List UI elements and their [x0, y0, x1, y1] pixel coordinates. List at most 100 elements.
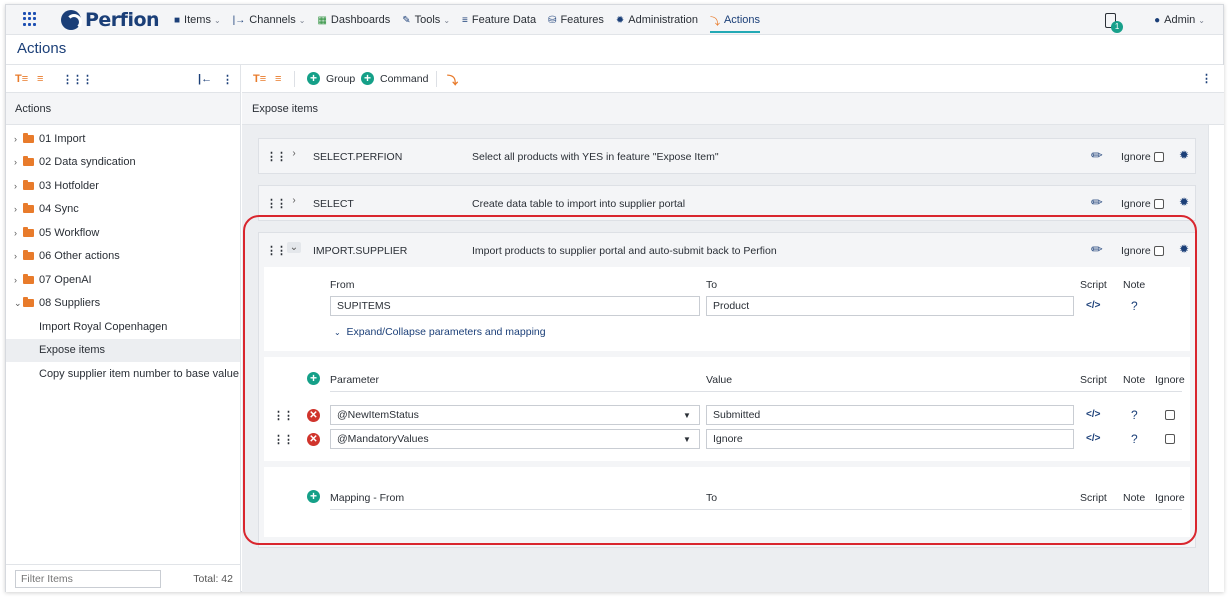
- dashboard-icon: ▦: [317, 14, 327, 26]
- ignore-checkbox[interactable]: [1153, 246, 1164, 256]
- value-label: Value: [706, 374, 733, 386]
- parameter-label: Parameter: [330, 374, 380, 386]
- ignore-toggle[interactable]: Ignore: [1121, 198, 1164, 210]
- folder-icon: [23, 179, 34, 190]
- tree-item-import-royal-copenhagen[interactable]: Import Royal Copenhagen: [6, 315, 240, 339]
- chevron-right-icon[interactable]: ›: [287, 148, 301, 159]
- edit-pencil-icon[interactable]: ✏: [1091, 241, 1103, 258]
- drag-handle-icon[interactable]: ⋮⋮: [273, 409, 294, 422]
- tree-item-expose-items[interactable]: Expose items: [6, 338, 240, 362]
- user-menu[interactable]: ● Admin ⌄: [1154, 14, 1205, 26]
- from-label: From: [330, 279, 355, 291]
- add-group-label: Group: [326, 72, 356, 85]
- plus-circle-icon: +: [361, 72, 374, 85]
- gear-icon[interactable]: ✹: [1179, 148, 1189, 162]
- command-row: ⋮⋮ ⌄ IMPORT.SUPPLIER Import products to …: [259, 233, 1195, 267]
- drag-handle-icon[interactable]: ⋮⋮: [266, 197, 287, 210]
- drag-handle-icon[interactable]: ⋮⋮: [273, 433, 294, 446]
- chevron-right-icon[interactable]: ›: [14, 157, 23, 167]
- menu-items[interactable]: ■ Items ⌄: [174, 5, 221, 35]
- gear-icon[interactable]: ✹: [1179, 242, 1189, 256]
- tree-folder-07-openai[interactable]: › 07 OpenAI: [6, 268, 240, 292]
- parameter-select[interactable]: @NewItemStatus: [330, 405, 700, 425]
- tree-folder-04-sync[interactable]: › 04 Sync: [6, 198, 240, 222]
- total-count: Total: 42: [193, 573, 233, 585]
- note-question-icon[interactable]: ?: [1131, 299, 1138, 313]
- gear-icon[interactable]: ✹: [1179, 195, 1189, 209]
- add-command-button[interactable]: + Command: [361, 72, 428, 85]
- menu-tools[interactable]: ✎ Tools ⌄: [402, 5, 450, 35]
- tree-item-copy-supplier-item-number[interactable]: Copy supplier item number to base value: [6, 362, 240, 386]
- vertical-scrollbar[interactable]: [1208, 125, 1224, 592]
- menu-channels[interactable]: |→ Channels ⌄: [233, 5, 306, 35]
- notifications-icon[interactable]: 1: [1105, 12, 1124, 33]
- chevron-right-icon[interactable]: ›: [14, 181, 23, 191]
- chevron-down-icon[interactable]: ⌄: [14, 298, 23, 309]
- chevron-right-icon[interactable]: ›: [287, 195, 301, 206]
- nav-right: 1 ● Admin ⌄: [1105, 5, 1205, 35]
- menu-features[interactable]: ⛁ Features: [548, 5, 604, 35]
- expand-collapse-link[interactable]: ⌄ Expand/Collapse parameters and mapping: [334, 326, 546, 338]
- add-command-label: Command: [380, 72, 429, 85]
- drag-handle-icon[interactable]: ⋮⋮: [266, 150, 287, 163]
- add-folder-icon[interactable]: T≡: [253, 73, 266, 85]
- mapping-section: + Mapping - From To Script Note Ignore: [264, 467, 1190, 537]
- menu-actions[interactable]: ⤵ Actions: [709, 5, 761, 35]
- add-group-button[interactable]: + Group: [307, 72, 355, 85]
- remove-parameter-icon[interactable]: ✕: [307, 433, 320, 446]
- chevron-right-icon[interactable]: ›: [14, 134, 23, 144]
- tree-folder-01-import[interactable]: › 01 Import: [6, 127, 240, 151]
- filter-items-input[interactable]: [15, 570, 161, 588]
- more-options-icon[interactable]: ⋮: [1201, 72, 1212, 85]
- add-parameter-icon[interactable]: +: [307, 372, 320, 385]
- chevron-right-icon[interactable]: ›: [14, 275, 23, 285]
- add-folder-icon[interactable]: T≡: [15, 73, 28, 85]
- parameter-select[interactable]: @MandatoryValues: [330, 429, 700, 449]
- dropdown-arrow-icon[interactable]: ▼: [683, 411, 691, 420]
- menu-feature-data[interactable]: ≡ Feature Data: [462, 5, 536, 35]
- note-question-icon[interactable]: ?: [1131, 432, 1138, 446]
- app-launcher-icon[interactable]: [23, 12, 37, 26]
- edit-pencil-icon[interactable]: ✏: [1091, 147, 1103, 164]
- dropdown-arrow-icon[interactable]: ▼: [683, 435, 691, 444]
- more-options-icon[interactable]: ⋮: [222, 73, 233, 86]
- run-action-icon[interactable]: ⤵: [447, 72, 458, 88]
- chevron-right-icon[interactable]: ›: [14, 204, 23, 214]
- parameter-value-input[interactable]: Ignore: [706, 429, 1074, 449]
- ignore-checkbox[interactable]: [1165, 410, 1175, 420]
- remove-parameter-icon[interactable]: ✕: [307, 409, 320, 422]
- note-question-icon[interactable]: ?: [1131, 408, 1138, 422]
- to-input[interactable]: Product: [706, 296, 1074, 316]
- script-code-icon[interactable]: </>: [1086, 409, 1100, 420]
- ignore-checkbox[interactable]: [1153, 152, 1164, 162]
- chevron-right-icon[interactable]: ›: [14, 228, 23, 238]
- perfion-logo[interactable]: Perfion: [61, 9, 160, 31]
- add-item-icon[interactable]: ≡: [275, 73, 281, 85]
- tree-folder-03-hotfolder[interactable]: › 03 Hotfolder: [6, 174, 240, 198]
- folder-icon: [23, 250, 34, 261]
- from-input[interactable]: SUPITEMS: [330, 296, 700, 316]
- chevron-right-icon[interactable]: ›: [14, 251, 23, 261]
- parameter-name: @NewItemStatus: [337, 409, 419, 421]
- script-code-icon[interactable]: </>: [1086, 433, 1100, 444]
- menu-dashboards[interactable]: ▦ Dashboards: [317, 5, 390, 35]
- edit-pencil-icon[interactable]: ✏: [1091, 194, 1103, 211]
- tree-folder-02-data-syndication[interactable]: › 02 Data syndication: [6, 151, 240, 175]
- columns-icon[interactable]: ⋮⋮⋮: [62, 73, 93, 86]
- parameter-value-input[interactable]: Submitted: [706, 405, 1074, 425]
- menu-administration[interactable]: ✹ Administration: [616, 5, 698, 35]
- ignore-toggle[interactable]: Ignore: [1121, 245, 1164, 257]
- ignore-checkbox[interactable]: [1165, 434, 1175, 444]
- collapse-panel-icon[interactable]: |←: [198, 73, 212, 85]
- add-item-icon[interactable]: ≡: [37, 73, 43, 85]
- ignore-toggle[interactable]: Ignore: [1121, 151, 1164, 163]
- ignore-checkbox[interactable]: [1153, 199, 1164, 209]
- tree-folder-08-suppliers[interactable]: ⌄ 08 Suppliers: [6, 292, 240, 316]
- tree-folder-05-workflow[interactable]: › 05 Workflow: [6, 221, 240, 245]
- drag-handle-icon[interactable]: ⋮⋮: [266, 244, 287, 257]
- chevron-down-icon[interactable]: ⌄: [287, 242, 301, 253]
- tree-folder-06-other-actions[interactable]: › 06 Other actions: [6, 245, 240, 269]
- add-mapping-icon[interactable]: +: [307, 490, 320, 503]
- command-name: SELECT.PERFION: [313, 151, 403, 163]
- script-code-icon[interactable]: </>: [1086, 300, 1100, 311]
